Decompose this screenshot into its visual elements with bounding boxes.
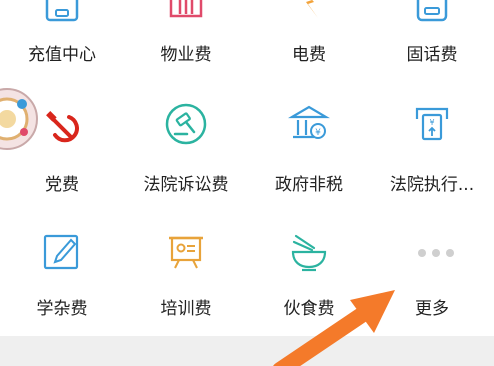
phone-recharge-icon [45,0,79,22]
presentation-board-icon [169,236,203,269]
service-electricity[interactable]: 电费 [247,0,371,70]
service-label: 固话费 [406,45,458,65]
service-label: 伙食费 [283,299,335,319]
service-more[interactable]: 更多 [370,222,494,322]
svg-text:¥: ¥ [429,118,434,127]
service-training-fee[interactable]: 培训费 [124,222,248,322]
service-court-enforcement[interactable]: ¥ 法院执行... [370,95,494,195]
service-label: 物业费 [160,45,212,65]
government-building-icon: ¥ [288,105,330,139]
lightning-icon [306,0,318,18]
service-government-non-tax[interactable]: ¥ 政府非税 [247,95,371,195]
more-dots-icon [418,249,454,257]
gavel-icon [165,103,207,145]
landline-icon [416,0,448,22]
property-fee-icon [169,0,203,18]
bottom-divider-area [0,336,494,366]
service-label: 更多 [415,299,449,319]
service-label: 党费 [45,175,79,195]
service-label: 培训费 [160,299,212,319]
service-label: 政府非税 [275,175,343,195]
service-recharge-center[interactable]: 充值中心 [0,0,124,70]
service-meal-fee[interactable]: 伙食费 [247,222,371,322]
service-tuition-fee[interactable]: 学杂费 [0,222,124,322]
service-label: 电费 [292,45,326,65]
service-property-fee[interactable]: 物业费 [124,0,248,70]
service-label: 法院执行... [389,175,475,195]
service-label: 充值中心 [28,45,96,65]
service-label: 法院诉讼费 [143,175,229,195]
atm-icon: ¥ [415,107,449,141]
floating-badge-icon[interactable] [0,86,40,152]
service-court-litigation-fee[interactable]: 法院诉讼费 [124,95,248,195]
food-bowl-icon [291,234,327,272]
hammer-sickle-icon [46,111,79,143]
service-grid: 充值中心 物业费 电费 固话费 党费 法院诉讼费 ¥ 政府非税 ¥ 法院执行..… [0,0,494,336]
svg-text:¥: ¥ [315,128,321,138]
pencil-icon [43,234,79,270]
service-label: 学杂费 [36,299,88,319]
service-landline[interactable]: 固话费 [370,0,494,70]
